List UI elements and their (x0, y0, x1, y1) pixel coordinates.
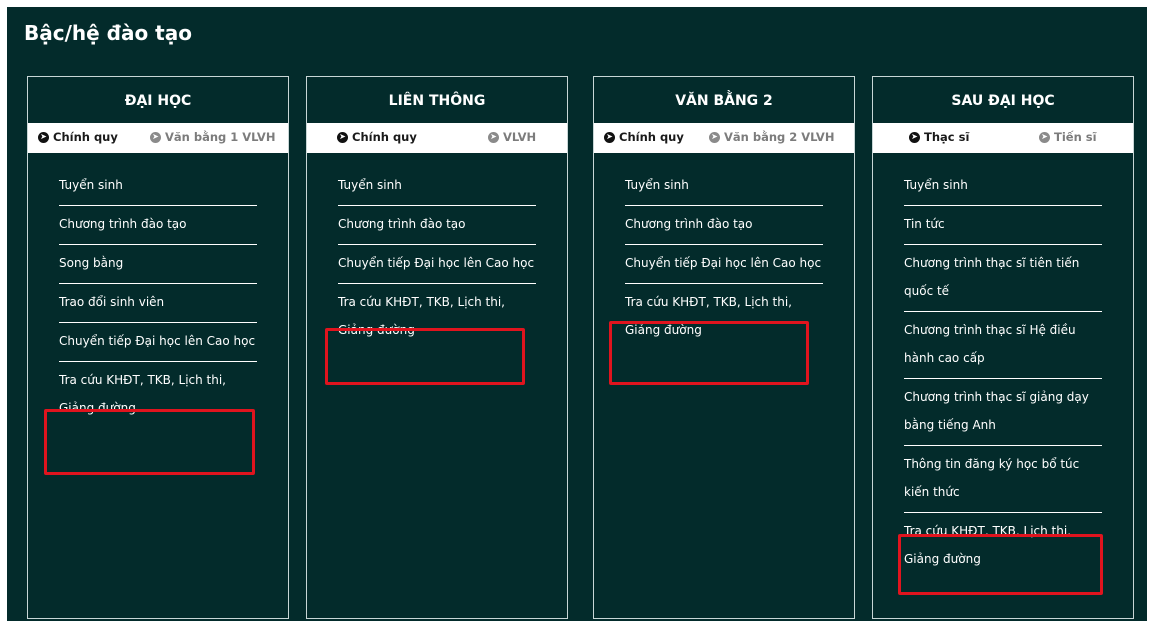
arrow-circle-right-icon: ➤ (337, 131, 348, 143)
arrow-circle-right-icon: ➤ (1039, 131, 1050, 143)
tab-van-bang-2-vlvh[interactable]: ➤ Văn bằng 2 VLVH (709, 130, 834, 144)
menu-item-trao-doi-sinh-vien[interactable]: Trao đổi sinh viên (59, 284, 257, 323)
highlight-box (325, 328, 525, 385)
highlight-box (898, 534, 1103, 595)
menu-item-chuyen-tiep[interactable]: Chuyển tiếp Đại học lên Cao học (338, 245, 536, 284)
page-title: Bậc/hệ đào tạo (24, 21, 192, 45)
tab-chinh-quy[interactable]: ➤ Chính quy (604, 130, 684, 144)
menu-item-song-bang[interactable]: Song bằng (59, 245, 257, 284)
menu-item-tuyen-sinh[interactable]: Tuyển sinh (338, 167, 536, 206)
arrow-circle-right-icon: ➤ (488, 131, 499, 143)
menu-list: Tuyển sinh Tin tức Chương trình thạc sĩ … (904, 167, 1102, 579)
tab-label: Chính quy (53, 130, 118, 144)
menu-item-thac-si-tien-tien[interactable]: Chương trình thạc sĩ tiên tiến quốc tế (904, 245, 1102, 312)
tab-vlvh[interactable]: ➤ VLVH (488, 130, 536, 144)
tab-van-bang-1-vlvh[interactable]: ➤ Văn bằng 1 VLVH (150, 130, 275, 144)
tab-tien-si[interactable]: ➤ Tiến sĩ (1039, 130, 1097, 144)
highlight-box (44, 409, 255, 475)
tab-label: Chính quy (619, 130, 684, 144)
highlight-box (609, 321, 809, 385)
tab-label: Thạc sĩ (924, 130, 970, 144)
menu-list: Tuyển sinh Chương trình đào tạo Chuyển t… (338, 167, 536, 350)
tab-bar: ➤ Chính quy ➤ Văn bằng 1 VLVH (28, 123, 288, 153)
tab-thac-si[interactable]: ➤ Thạc sĩ (909, 130, 969, 144)
tab-label: Chính quy (352, 130, 417, 144)
arrow-circle-right-icon: ➤ (909, 131, 920, 143)
menu-item-thac-si-tieng-anh[interactable]: Chương trình thạc sĩ giảng dạy bằng tiến… (904, 379, 1102, 446)
tab-label: Văn bằng 2 VLVH (724, 130, 835, 144)
column-dai-hoc: ĐẠI HỌC ➤ Chính quy ➤ Văn bằng 1 VLVH Tu… (27, 76, 289, 619)
tab-bar: ➤ Thạc sĩ ➤ Tiến sĩ (873, 123, 1133, 153)
arrow-circle-right-icon: ➤ (604, 131, 615, 143)
arrow-circle-right-icon: ➤ (709, 131, 720, 143)
menu-item-chuyen-tiep[interactable]: Chuyển tiếp Đại học lên Cao học (625, 245, 823, 284)
tab-label: Văn bằng 1 VLVH (165, 130, 276, 144)
tab-chinh-quy[interactable]: ➤ Chính quy (337, 130, 417, 144)
menu-item-bo-tuc-kien-thuc[interactable]: Thông tin đăng ký học bổ túc kiến thức (904, 446, 1102, 513)
tab-chinh-quy[interactable]: ➤ Chính quy (38, 130, 118, 144)
tab-bar: ➤ Chính quy ➤ VLVH (307, 123, 567, 153)
menu-item-chuong-trinh-dao-tao[interactable]: Chương trình đào tạo (625, 206, 823, 245)
column-heading: ĐẠI HỌC (124, 93, 192, 109)
menu-item-tuyen-sinh[interactable]: Tuyển sinh (625, 167, 823, 206)
menu-list: Tuyển sinh Chương trình đào tạo Song bằn… (59, 167, 257, 428)
menu-item-chuong-trinh-dao-tao[interactable]: Chương trình đào tạo (59, 206, 257, 245)
tab-label: VLVH (503, 130, 537, 144)
menu-item-tin-tuc[interactable]: Tin tức (904, 206, 1102, 245)
menu-item-chuyen-tiep[interactable]: Chuyển tiếp Đại học lên Cao học (59, 323, 257, 362)
training-levels-panel: Bậc/hệ đào tạo ĐẠI HỌC ➤ Chính quy ➤ Văn… (7, 7, 1147, 621)
arrow-circle-right-icon: ➤ (150, 131, 161, 143)
arrow-circle-right-icon: ➤ (38, 131, 49, 143)
menu-item-tuyen-sinh[interactable]: Tuyển sinh (904, 167, 1102, 206)
menu-item-thac-si-he-dieu-hanh[interactable]: Chương trình thạc sĩ Hệ điều hành cao cấ… (904, 312, 1102, 379)
column-heading: SAU ĐẠI HỌC (951, 93, 1055, 109)
tab-label: Tiến sĩ (1054, 130, 1097, 144)
tab-bar: ➤ Chính quy ➤ Văn bằng 2 VLVH (594, 123, 854, 153)
menu-item-tuyen-sinh[interactable]: Tuyển sinh (59, 167, 257, 206)
menu-item-chuong-trinh-dao-tao[interactable]: Chương trình đào tạo (338, 206, 536, 245)
column-heading: VĂN BẰNG 2 (675, 93, 773, 109)
column-heading: LIÊN THÔNG (388, 93, 486, 109)
